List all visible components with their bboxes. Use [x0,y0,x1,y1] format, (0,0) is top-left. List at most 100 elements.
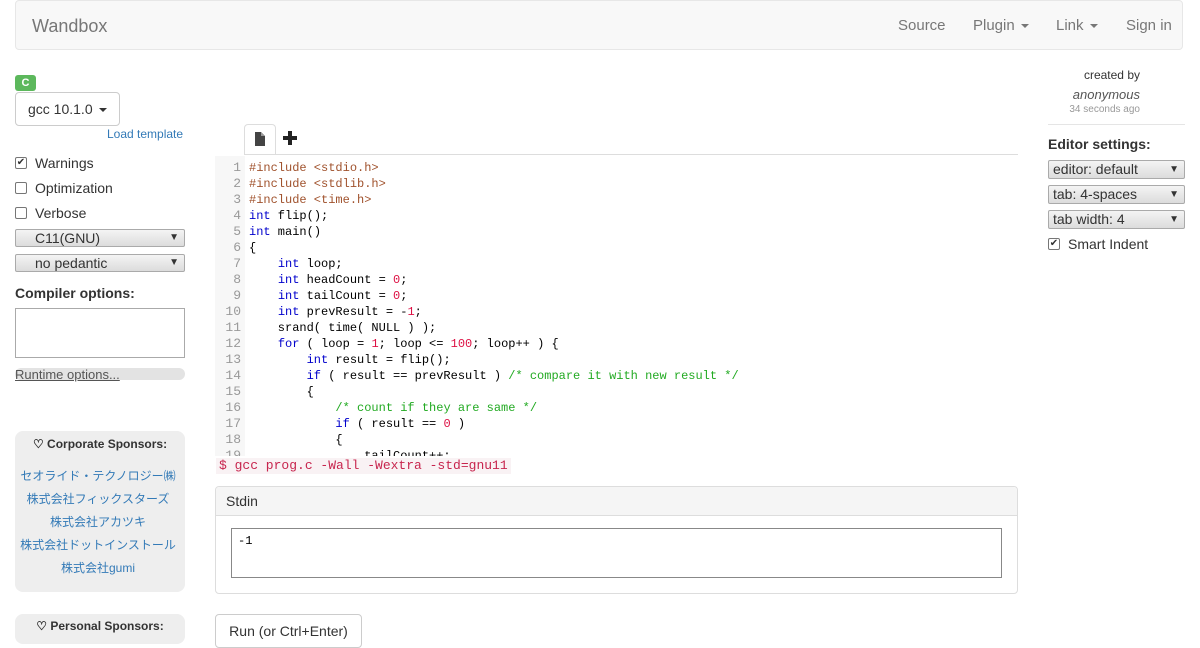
code-line: 9 int tailCount = 0; [215,288,1015,304]
file-icon [255,132,265,146]
line-number: 8 [233,272,241,287]
tab-type-select[interactable]: tab: 4-spaces ▼ [1048,185,1185,204]
code-line: 1 #include <stdio.h> [215,160,1015,176]
code-token: int [277,289,300,303]
sponsor-link[interactable]: 株式会社フィックスターズ [15,490,181,507]
dropdown-arrow-icon: ▼ [1169,214,1179,225]
dropdown-arrow-icon: ▼ [1169,189,1179,200]
code-token: ; [414,305,422,319]
compiler-options-input[interactable] [15,308,185,358]
chevron-down-icon [1089,24,1098,29]
std-select[interactable]: C11(GNU) ▼ [15,229,185,247]
optimization-label: Optimization [35,180,113,196]
code-token: prevResult = - [299,305,408,319]
line-number: 9 [233,288,241,303]
code-token: 1 [371,337,379,351]
chevron-down-icon [98,108,107,113]
code-token: flip(); [270,209,329,223]
command-line: $ gcc prog.c -Wall -Wextra -std=gnu11 [216,458,511,474]
navbar: Wandbox Source Plugin Link Sign in [15,0,1183,50]
verbose-option[interactable]: Verbose [15,205,185,223]
sponsor-link[interactable]: 株式会社アカツキ [15,513,181,530]
code-token: srand( time( NULL ) ); [249,321,437,335]
smart-indent-checkbox[interactable]: ✔ [1048,238,1060,250]
line-number: 6 [233,240,241,255]
code-line: 7 int loop; [215,256,1015,272]
stdin-input[interactable]: -1 [231,528,1002,578]
heart-icon: ♡ [36,619,48,633]
smart-indent-option[interactable]: ✔ Smart Indent [1048,236,1185,254]
code-token: /* count if they are same */ [335,401,538,415]
code-token: main() [270,225,322,239]
nav-source-link[interactable]: Source [898,1,946,51]
code-text: tailCount++; [249,448,450,456]
code-token: int [277,257,300,271]
tab-width-select[interactable]: tab width: 4 ▼ [1048,210,1185,229]
code-token: /* compare it with new result */ [508,369,739,383]
code-token: { [249,241,257,255]
editor-settings-label: Editor settings: [1048,136,1151,152]
code-line: 12 for ( loop = 1; loop <= 100; loop++ )… [215,336,1015,352]
code-line: 17 if ( result == 0 ) [215,416,1015,432]
divider [1048,124,1185,125]
optimization-option[interactable]: Optimization [15,180,185,198]
code-token: ( loop = [299,337,372,351]
code-line: 3 #include <time.h> [215,192,1015,208]
code-token: ( result == prevResult ) [321,369,509,383]
editor-mode-select[interactable]: editor: default ▼ [1048,160,1185,179]
line-number: 7 [233,256,241,271]
plus-icon [283,131,297,145]
pedantic-select[interactable]: no pedantic ▼ [15,254,185,272]
code-editor[interactable]: 1 #include <stdio.h> 2 #include <stdlib.h> 3… [215,156,1018,456]
line-number: 4 [233,208,241,223]
code-line: 2 #include <stdlib.h> [215,176,1015,192]
code-text: #include <stdio.h> [249,160,379,176]
sponsor-link[interactable]: セオライド・テクノロジー㈱ [15,467,181,484]
stdin-panel-header: Stdin [216,487,1017,516]
code-text: int loop; [249,256,343,272]
brand-link[interactable]: Wandbox [32,1,107,51]
stdin-title: Stdin [226,493,258,509]
code-text: srand( time( NULL ) ); [249,320,436,336]
code-token: { [249,385,314,399]
warnings-checkbox[interactable]: ✔ [15,157,27,169]
sponsor-link[interactable]: 株式会社ドットインストール [15,536,181,553]
corporate-sponsors-title: ♡ Corporate Sponsors: [32,437,168,451]
load-template-link[interactable]: Load template [107,127,183,141]
code-token: { [249,433,343,447]
code-text: int result = flip(); [249,352,451,368]
nav-link-dropdown[interactable]: Link [1056,1,1098,51]
line-number: 13 [225,352,241,367]
file-tab[interactable] [244,124,276,155]
verbose-checkbox[interactable] [15,207,27,219]
code-token: 100 [450,337,473,351]
line-number: 16 [225,400,241,415]
line-number: 10 [225,304,241,319]
corporate-sponsors-panel: ♡ Corporate Sponsors: セオライド・テクノロジー㈱ 株式会社… [15,431,185,592]
line-number: 15 [225,384,241,399]
line-number: 2 [233,176,241,191]
optimization-checkbox[interactable] [15,182,27,194]
code-token: ; [400,273,408,287]
runtime-options-toggle[interactable]: Runtime options... [15,368,185,381]
code-token: ; loop <= [378,337,451,351]
personal-sponsors-panel: ♡ Personal Sponsors: [15,614,185,644]
code-token: if [306,369,322,383]
nav-plugin-dropdown[interactable]: Plugin [973,1,1029,51]
sponsor-link[interactable]: 株式会社gumi [15,559,181,576]
nav-sign-in-link[interactable]: Sign in [1126,1,1172,51]
compiler-select-button[interactable]: gcc 10.1.0 [15,92,120,126]
line-number: 11 [225,320,241,335]
warnings-option[interactable]: ✔ Warnings [15,155,185,173]
code-token: 1 [407,305,415,319]
smart-indent-label: Smart Indent [1068,236,1149,252]
add-tab-button[interactable] [282,128,298,148]
code-line: 8 int headCount = 0; [215,272,1015,288]
code-text: { [249,432,343,448]
code-text: #include <stdlib.h> [249,176,386,192]
run-button[interactable]: Run (or Ctrl+Enter) [215,614,362,648]
code-line: 16 /* count if they are same */ [215,400,1015,416]
code-line: 11 srand( time( NULL ) ); [215,320,1015,336]
